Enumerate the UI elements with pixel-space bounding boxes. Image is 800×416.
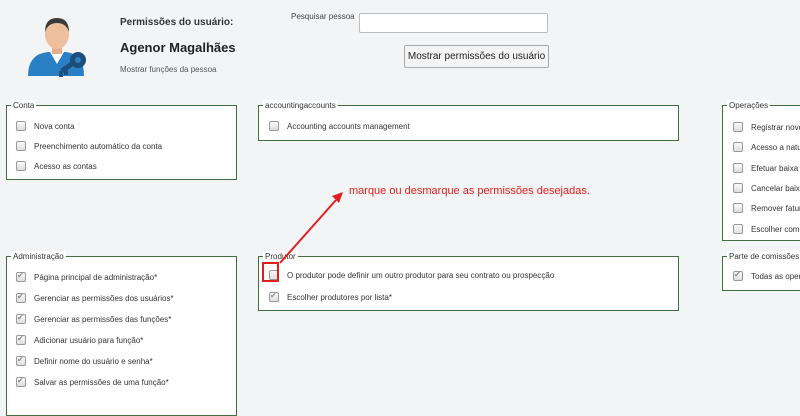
panel-conta: Conta Nova conta Preenchimento automátic… [6, 100, 237, 180]
panel-operacoes: Operações Registrar novo m Acesso a natu… [722, 100, 800, 241]
permission-checkbox[interactable] [16, 141, 26, 151]
permission-checkbox[interactable] [733, 163, 743, 173]
panel-comissoes: Parte de comissões pa Todas as operaçõ [722, 251, 800, 291]
permission-label: Escolher produtores por lista* [287, 292, 392, 302]
permission-checkbox[interactable] [733, 142, 743, 152]
permission-checkbox[interactable] [733, 203, 743, 213]
permission-checkbox[interactable] [16, 121, 26, 131]
permission-checkbox[interactable] [733, 122, 743, 132]
search-person-label: Pesquisar pessoa [291, 12, 355, 21]
permission-item[interactable]: Gerenciar as permissões dos usuários* [16, 291, 174, 303]
permission-checkbox[interactable] [16, 270, 26, 282]
permission-item[interactable]: Definir nome do usuário e senha* [16, 354, 153, 366]
permission-checkbox[interactable] [733, 183, 743, 193]
permission-item[interactable]: Todas as operaçõ [733, 269, 800, 281]
permission-label: Remover fatura [751, 203, 800, 213]
show-roles-link[interactable]: Mostrar funções da pessoa [120, 65, 217, 74]
permission-label: Cancelar baixa [751, 183, 800, 193]
permission-item[interactable]: Escolher como re [733, 224, 800, 234]
permission-label: O produtor pode definir um outro produto… [287, 270, 555, 280]
permission-item[interactable]: O produtor pode definir um outro produto… [269, 270, 554, 280]
permission-label: Acesso as contas [34, 161, 97, 171]
permission-label: Definir nome do usuário e senha* [34, 356, 153, 366]
permission-item[interactable]: Efetuar baixa [733, 163, 798, 173]
permission-label: Escolher como re [751, 224, 800, 234]
permission-item[interactable]: Preenchimento automático da conta [16, 141, 162, 151]
permission-label: Gerenciar as permissões dos usuários* [34, 293, 174, 303]
permission-item[interactable]: Gerenciar as permissões das funções* [16, 312, 172, 324]
permission-checkbox[interactable] [16, 161, 26, 171]
user-avatar [26, 14, 88, 78]
panel-legend: Conta [11, 100, 37, 111]
permission-checkbox[interactable] [733, 269, 743, 281]
permission-label: Acesso a nature [751, 142, 800, 152]
annotation-text: marque ou desmarque as permissões deseja… [349, 185, 590, 197]
permission-item[interactable]: Acesso as contas [16, 161, 97, 171]
panel-legend: Administração [11, 251, 66, 262]
permission-checkbox[interactable] [16, 333, 26, 345]
search-person-input[interactable] [359, 13, 548, 33]
highlight-box [262, 262, 279, 282]
permission-checkbox[interactable] [16, 354, 26, 366]
user-key-icon [28, 18, 86, 77]
permission-label: Adicionar usuário para função* [34, 335, 144, 345]
permission-item[interactable]: Nova conta [16, 121, 74, 131]
permission-checkbox[interactable] [16, 291, 26, 303]
permission-checkbox[interactable] [16, 312, 26, 324]
permission-item[interactable]: Salvar as permissões de uma função* [16, 375, 169, 387]
permission-checkbox[interactable] [733, 224, 743, 234]
permission-checkbox[interactable] [269, 121, 279, 131]
permission-label: Accounting accounts management [287, 121, 410, 131]
permission-label: Gerenciar as permissões das funções* [34, 314, 172, 324]
permission-item[interactable]: Adicionar usuário para função* [16, 333, 144, 345]
permission-item[interactable]: Acesso a nature [733, 142, 800, 152]
panel-legend: Produtor [263, 251, 298, 262]
show-user-permissions-button[interactable]: Mostrar permissões do usuário [404, 45, 549, 68]
permission-label: Página principal de administração* [34, 272, 158, 282]
panel-legend: Operações [727, 100, 771, 111]
permission-label: Salvar as permissões de uma função* [34, 377, 169, 387]
permission-item[interactable]: Accounting accounts management [269, 121, 410, 131]
user-name: Agenor Magalhães [120, 40, 236, 55]
permission-checkbox[interactable] [269, 290, 279, 302]
permission-item[interactable]: Escolher produtores por lista* [269, 290, 392, 302]
panel-administracao: Administração Página principal de admini… [6, 251, 237, 416]
permission-label: Preenchimento automático da conta [34, 141, 163, 151]
permission-item[interactable]: Página principal de administração* [16, 270, 158, 282]
permission-label: Registrar novo m [751, 122, 800, 132]
permission-item[interactable]: Registrar novo m [733, 122, 800, 132]
panel-legend: Parte de comissões pa [727, 251, 800, 262]
permission-label: Nova conta [34, 121, 75, 131]
permission-item[interactable]: Remover fatura [733, 203, 800, 213]
permission-label: Todas as operaçõ [751, 271, 800, 281]
permission-item[interactable]: Cancelar baixa [733, 183, 800, 193]
permissions-label: Permissões do usuário: [120, 17, 234, 28]
panel-accountingaccounts: accountingaccounts Accounting accounts m… [258, 100, 679, 141]
panel-legend: accountingaccounts [263, 100, 338, 111]
permission-label: Efetuar baixa [751, 163, 799, 173]
panel-produtor: Produtor O produtor pode definir um outr… [258, 251, 679, 311]
permission-checkbox[interactable] [16, 375, 26, 387]
